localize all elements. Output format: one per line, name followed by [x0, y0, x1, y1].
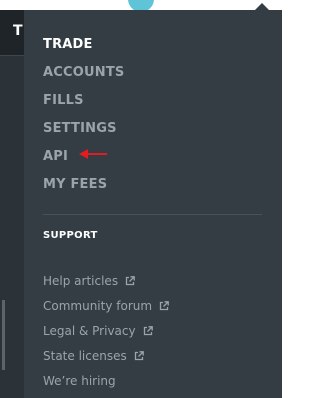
external-link-icon	[143, 326, 153, 336]
background-divider	[0, 55, 24, 56]
external-link-icon	[134, 351, 144, 361]
menu-item-accounts[interactable]: ACCOUNTS	[43, 65, 124, 80]
link-state-licenses[interactable]: State licenses	[43, 349, 144, 363]
link-label: State licenses	[43, 349, 127, 363]
link-legal-privacy[interactable]: Legal & Privacy	[43, 324, 153, 338]
link-help-articles[interactable]: Help articles	[43, 274, 135, 288]
annotation-arrow-icon	[79, 149, 107, 159]
menu-item-fills[interactable]: FILLS	[43, 93, 84, 108]
external-link-icon	[159, 301, 169, 311]
link-were-hiring[interactable]: We’re hiring	[43, 374, 116, 388]
background-app: T	[0, 10, 24, 398]
external-link-icon	[125, 276, 135, 286]
background-scroll-indicator	[2, 300, 5, 370]
link-label: We’re hiring	[43, 374, 116, 388]
menu-item-trade[interactable]: TRADE	[43, 37, 93, 52]
link-community-forum[interactable]: Community forum	[43, 299, 169, 313]
link-label: Community forum	[43, 299, 153, 313]
menu-item-api[interactable]: API	[43, 149, 68, 164]
support-section-title: SUPPORT	[43, 230, 98, 241]
menu-item-settings[interactable]: SETTINGS	[43, 121, 117, 136]
link-label: Legal & Privacy	[43, 324, 136, 338]
background-topbar-letter: T	[13, 23, 23, 39]
background-topbar: T	[0, 10, 24, 55]
section-divider	[43, 214, 262, 215]
link-label: Help articles	[43, 274, 119, 288]
menu-item-my-fees[interactable]: MY FEES	[43, 177, 107, 192]
